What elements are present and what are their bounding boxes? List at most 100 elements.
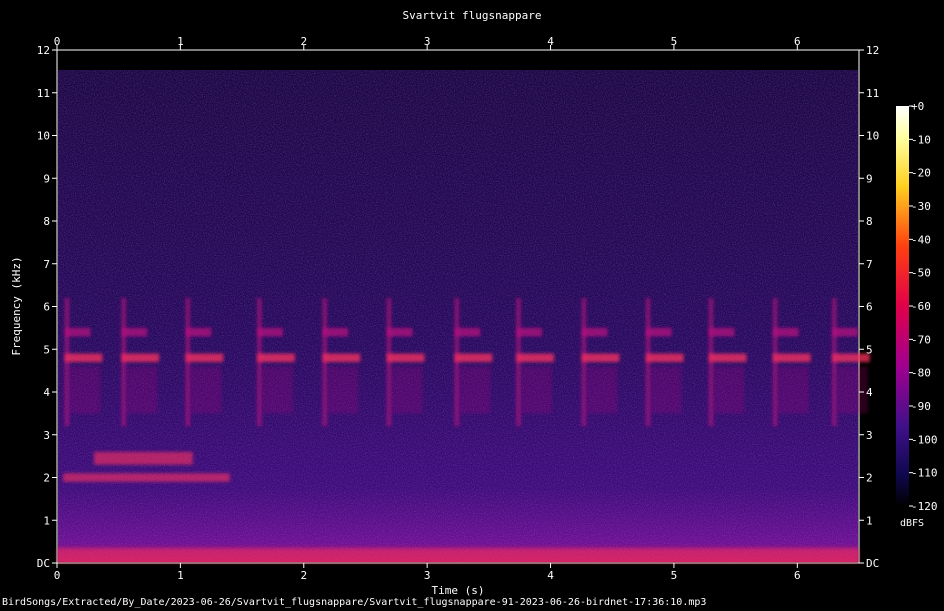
svg-text:7: 7	[43, 258, 50, 271]
y-tick-left: 2	[43, 472, 57, 485]
y-tick-left: 4	[43, 386, 57, 399]
colorbar: +0 -10 -20 -30 -40 -50 -60 -70 -80 -90 -100 -110 -12…	[896, 100, 938, 513]
x-tick-bottom: 0	[54, 563, 61, 582]
colorbar-tick: -120	[909, 500, 938, 513]
y-tick-left: 6	[43, 301, 57, 314]
svg-text:-20: -20	[911, 167, 931, 180]
colorbar-tick: -80	[909, 367, 931, 380]
svg-text:1: 1	[866, 514, 873, 527]
svg-text:6: 6	[866, 301, 873, 314]
svg-text:6: 6	[794, 569, 801, 582]
svg-text:11: 11	[866, 87, 879, 100]
colorbar-tick: -110	[909, 467, 938, 480]
svg-text:9: 9	[43, 172, 50, 185]
y-tick-right: 6	[859, 301, 873, 314]
svg-text:2: 2	[866, 472, 873, 485]
y-tick-left: 7	[43, 258, 57, 271]
svg-text:3: 3	[424, 35, 431, 48]
svg-text:10: 10	[37, 130, 50, 143]
svg-text:-70: -70	[911, 333, 931, 346]
svg-text:9: 9	[866, 172, 873, 185]
svg-text:0: 0	[54, 569, 61, 582]
svg-text:12: 12	[866, 44, 879, 57]
svg-text:-90: -90	[911, 400, 931, 413]
plot-area	[56, 49, 870, 564]
x-tick-top: 2	[300, 35, 307, 50]
svg-text:7: 7	[866, 258, 873, 271]
svg-text:12: 12	[37, 44, 50, 57]
x-tick-bottom: 3	[424, 563, 431, 582]
svg-text:4: 4	[547, 569, 554, 582]
svg-text:11: 11	[37, 87, 50, 100]
svg-text:DC: DC	[37, 557, 50, 570]
colorbar-tick: -10	[909, 133, 931, 146]
svg-text:-30: -30	[911, 200, 931, 213]
svg-text:4: 4	[43, 386, 50, 399]
y-tick-left: 5	[43, 343, 57, 356]
y-tick-left: 3	[43, 429, 57, 442]
y-tick-right: 9	[859, 172, 873, 185]
colorbar-tick: -90	[909, 400, 931, 413]
y-tick-right: DC	[859, 557, 879, 570]
svg-text:-80: -80	[911, 367, 931, 380]
svg-text:2: 2	[43, 472, 50, 485]
x-tick-bottom: 5	[671, 563, 678, 582]
svg-text:0: 0	[54, 35, 61, 48]
x-tick-bottom: 2	[300, 563, 307, 582]
svg-text:6: 6	[794, 35, 801, 48]
svg-text:1: 1	[43, 514, 50, 527]
x-tick-bottom: 4	[547, 563, 554, 582]
svg-text:4: 4	[866, 386, 873, 399]
colorbar-unit: dBFS	[900, 518, 925, 529]
svg-text:4: 4	[547, 35, 554, 48]
y-tick-left: 9	[43, 172, 57, 185]
svg-text:5: 5	[866, 343, 873, 356]
svg-text:10: 10	[866, 130, 879, 143]
svg-text:5: 5	[43, 343, 50, 356]
y-tick-right: 10	[859, 130, 879, 143]
x-tick-bottom: 1	[177, 563, 184, 582]
svg-text:-60: -60	[911, 300, 931, 313]
colorbar-tick: -70	[909, 333, 931, 346]
svg-text:5: 5	[671, 35, 678, 48]
svg-text:-50: -50	[911, 267, 931, 280]
spectrogram-chart: 00112233445566DC DC1 12 23 34 45 56 67 78 89 910 10…	[10, 35, 938, 597]
colorbar-tick: -100	[909, 433, 938, 446]
colorbar-tick: -30	[909, 200, 931, 213]
colorbar-tick: -40	[909, 233, 931, 246]
file-path: BirdSongs/Extracted/By_Date/2023-06-26/S…	[2, 597, 707, 608]
svg-text:2: 2	[300, 35, 307, 48]
colorbar-tick: -50	[909, 267, 931, 280]
colorbar-tick: +0	[909, 100, 924, 113]
x-tick-top: 0	[54, 35, 61, 50]
svg-text:5: 5	[671, 569, 678, 582]
svg-text:1: 1	[177, 569, 184, 582]
svg-text:6: 6	[43, 301, 50, 314]
y-axis-label: Frequency (kHz)	[10, 256, 23, 355]
svg-text:8: 8	[43, 215, 50, 228]
y-tick-left: 11	[37, 87, 57, 100]
svg-text:-110: -110	[911, 467, 938, 480]
y-tick-right: 2	[859, 472, 873, 485]
y-tick-left: 10	[37, 130, 57, 143]
svg-text:-100: -100	[911, 433, 938, 446]
svg-text:1: 1	[177, 35, 184, 48]
svg-text:-40: -40	[911, 233, 931, 246]
x-axis-label: Time (s)	[432, 584, 485, 597]
svg-text:DC: DC	[866, 557, 879, 570]
y-tick-right: 3	[859, 429, 873, 442]
colorbar-tick: -60	[909, 300, 931, 313]
y-tick-right: 12	[859, 44, 879, 57]
svg-text:3: 3	[43, 429, 50, 442]
x-tick-top: 4	[547, 35, 554, 50]
y-tick-right: 8	[859, 215, 873, 228]
x-tick-top: 5	[671, 35, 678, 50]
x-tick-top: 6	[794, 35, 801, 50]
svg-text:-120: -120	[911, 500, 938, 513]
y-tick-left: 8	[43, 215, 57, 228]
x-tick-top: 3	[424, 35, 431, 50]
svg-text:3: 3	[424, 569, 431, 582]
colorbar-tick: -20	[909, 167, 931, 180]
y-tick-right: 1	[859, 514, 873, 527]
x-tick-top: 1	[177, 35, 184, 50]
